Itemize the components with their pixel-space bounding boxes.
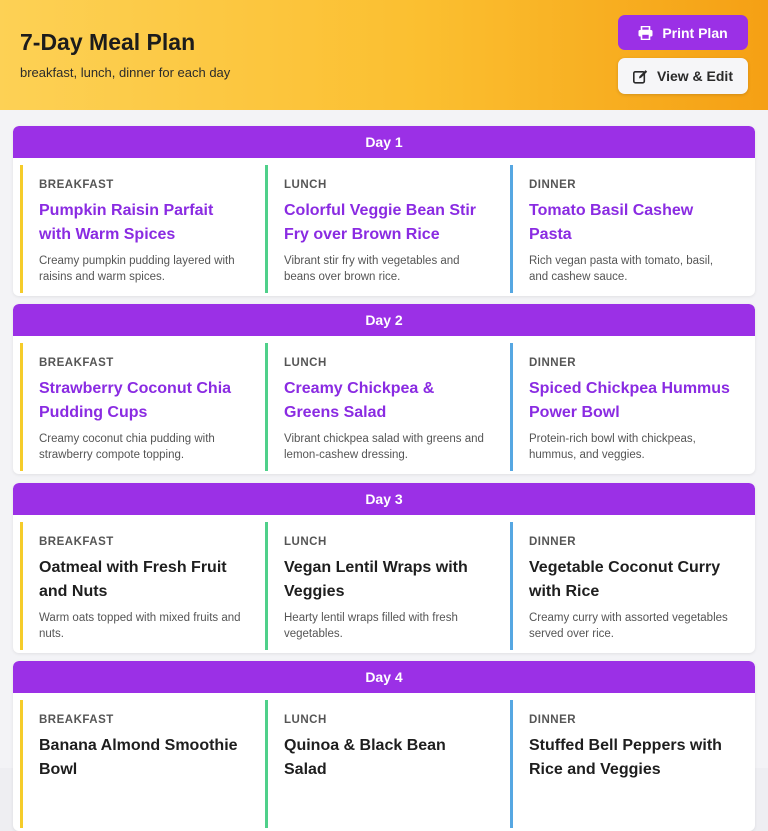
meal-type: DINNER: [529, 536, 577, 548]
day-header: Day 1: [13, 126, 755, 158]
day-header: Day 3: [13, 483, 755, 515]
day-header: Day 4: [13, 661, 755, 693]
meal-type: BREAKFAST: [39, 357, 114, 369]
meal-description: Creamy pumpkin pudding layered with rais…: [39, 255, 235, 283]
meal-type: LUNCH: [284, 536, 327, 548]
meal-name: Banana Almond Smoothie Bowl: [39, 737, 238, 778]
meal-name: Vegetable Coconut Curry with Rice: [529, 559, 721, 600]
meal-name: Stuffed Bell Peppers with Rice and Veggi…: [529, 737, 722, 778]
meal-description: Vibrant stir fry with vegetables and bea…: [284, 255, 460, 283]
page-title: 7-Day Meal Plan: [20, 29, 196, 55]
meal-type: DINNER: [529, 179, 577, 191]
meal-name: Spiced Chickpea Hummus Power Bowl: [529, 380, 730, 421]
meal-breakfast[interactable]: BREAKFAST Pumpkin Raisin Parfait with Wa…: [20, 165, 250, 293]
meal-type: LUNCH: [284, 179, 327, 191]
meal-type: LUNCH: [284, 714, 327, 726]
meal-type: BREAKFAST: [39, 536, 114, 548]
meal-type: LUNCH: [284, 357, 327, 369]
view-edit-button[interactable]: View & Edit: [618, 58, 748, 94]
meal-name: Creamy Chickpea & Greens Salad: [284, 380, 435, 421]
meal-description: Creamy curry with assorted vegetables se…: [529, 612, 728, 640]
meal-description: Protein-rich bowl with chickpeas, hummus…: [529, 433, 696, 461]
meal-name: Quinoa & Black Bean Salad: [284, 737, 446, 778]
meal-type: BREAKFAST: [39, 179, 114, 191]
meal-type: DINNER: [529, 357, 577, 369]
page-header: 7-Day Meal Plan breakfast, lunch, dinner…: [0, 0, 768, 110]
page-subtitle: breakfast, lunch, dinner for each day: [20, 65, 231, 80]
meal-lunch[interactable]: LUNCH Creamy Chickpea & Greens Salad Vib…: [265, 343, 495, 471]
meal-lunch[interactable]: LUNCH Vegan Lentil Wraps with Veggies He…: [265, 522, 495, 650]
meal-name: Colorful Veggie Bean Stir Fry over Brown…: [284, 202, 477, 243]
meal-description: Rich vegan pasta with tomato, basil, and…: [529, 255, 714, 283]
meal-breakfast[interactable]: BREAKFAST Oatmeal with Fresh Fruit and N…: [20, 522, 250, 650]
view-edit-label: View & Edit: [657, 68, 733, 84]
meal-type: DINNER: [529, 714, 577, 726]
meal-dinner[interactable]: DINNER Vegetable Coconut Curry with Rice…: [510, 522, 740, 650]
meal-description: Hearty lentil wraps filled with fresh ve…: [284, 612, 458, 640]
meal-plan-content: Day 1 BREAKFAST Pumpkin Raisin Parfait w…: [0, 110, 768, 831]
meal-dinner[interactable]: DINNER Stuffed Bell Peppers with Rice an…: [510, 700, 740, 828]
meal-name: Strawberry Coconut Chia Pudding Cups: [39, 380, 232, 421]
day-card: Day 1 BREAKFAST Pumpkin Raisin Parfait w…: [13, 126, 755, 296]
edit-icon: [633, 69, 648, 84]
meal-breakfast[interactable]: BREAKFAST Strawberry Coconut Chia Puddin…: [20, 343, 250, 471]
day-header: Day 2: [13, 304, 755, 336]
meal-description: Creamy coconut chia pudding with strawbe…: [39, 433, 215, 461]
printer-icon: [638, 25, 653, 40]
meal-breakfast[interactable]: BREAKFAST Banana Almond Smoothie Bowl: [20, 700, 250, 828]
meal-dinner[interactable]: DINNER Tomato Basil Cashew Pasta Rich ve…: [510, 165, 740, 293]
meal-name: Oatmeal with Fresh Fruit and Nuts: [39, 559, 227, 600]
day-card: Day 3 BREAKFAST Oatmeal with Fresh Fruit…: [13, 483, 755, 653]
meal-dinner[interactable]: DINNER Spiced Chickpea Hummus Power Bowl…: [510, 343, 740, 471]
day-card: Day 2 BREAKFAST Strawberry Coconut Chia …: [13, 304, 755, 474]
meal-name: Vegan Lentil Wraps with Veggies: [284, 559, 468, 600]
meal-description: Warm oats topped with mixed fruits and n…: [39, 612, 241, 640]
meal-name: Tomato Basil Cashew Pasta: [529, 202, 694, 243]
print-plan-button[interactable]: Print Plan: [618, 15, 748, 50]
meal-name: Pumpkin Raisin Parfait with Warm Spices: [39, 202, 214, 243]
day-card: Day 4 BREAKFAST Banana Almond Smoothie B…: [13, 661, 755, 831]
meal-type: BREAKFAST: [39, 714, 114, 726]
print-plan-label: Print Plan: [662, 24, 728, 41]
meal-lunch[interactable]: LUNCH Colorful Veggie Bean Stir Fry over…: [265, 165, 495, 293]
meal-description: Vibrant chickpea salad with greens and l…: [284, 433, 484, 461]
meal-lunch[interactable]: LUNCH Quinoa & Black Bean Salad: [265, 700, 495, 828]
